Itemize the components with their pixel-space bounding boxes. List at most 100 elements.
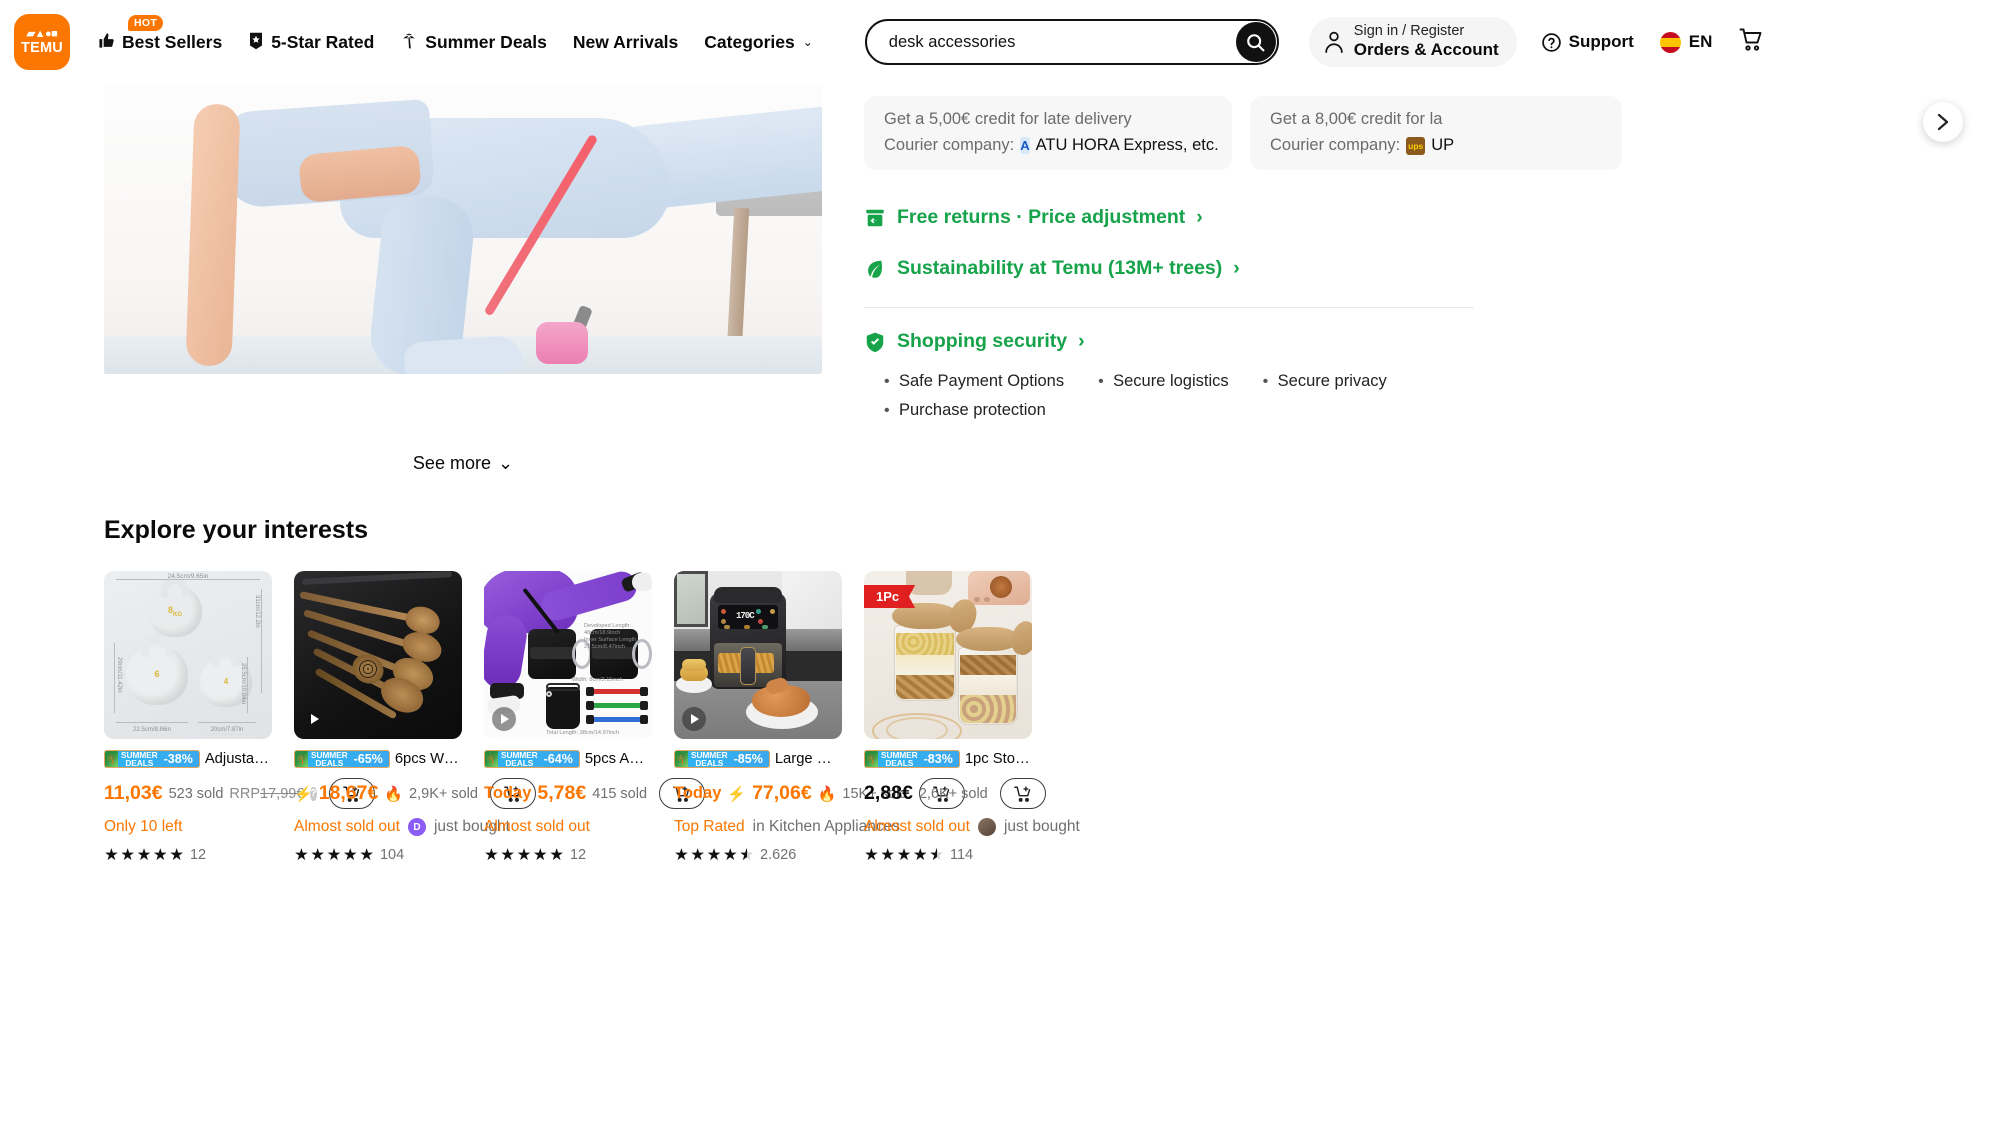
today-label: Today [484, 784, 532, 802]
star-icon: ★ [516, 846, 532, 864]
star-rating: ★ ★ ★ ★ ★ [104, 847, 184, 864]
chevron-right-icon: › [1078, 330, 1085, 352]
review-count: 104 [379, 847, 405, 864]
summer-deals-label: SUMMER DEALS [311, 750, 348, 768]
product-card[interactable]: 170C 🌴 SUMMERDEALS -85% Large Capacity A… [674, 571, 966, 864]
nav-item-best-sellers[interactable]: HOT Best Sellers [98, 14, 223, 53]
delivery-credit-carousel: Get a 5,00€ credit for late delivery Cou… [864, 96, 1999, 170]
product-title: 6pcs Wooden Kitch... [394, 751, 462, 767]
discount-percent: -65% [353, 752, 383, 766]
units-sold: 523 sold [168, 785, 224, 802]
chevron-right-icon: › [1233, 257, 1240, 279]
summer-deals-label: SUMMER DEALS [691, 750, 728, 768]
product-title: 5pcs Ankle Resistan... [584, 751, 652, 767]
security-bullet: Secure privacy [1263, 367, 1387, 396]
product-card[interactable]: 8KG 6 4 24.5cm/9.65in 29cm/11.42in 31cm/… [104, 571, 375, 864]
product-price: 5,78€ [537, 782, 587, 804]
carousel-next-button[interactable] [1923, 102, 1963, 142]
palm-tree-icon: 🌴 [865, 751, 878, 767]
star-icon: ★ [152, 846, 168, 864]
product-hero-image[interactable] [104, 84, 822, 374]
product-rating-row: ★ ★ ★ ★ ★ ★ 114 [864, 847, 1032, 864]
star-icon: ★ [912, 846, 928, 864]
flame-icon: 🔥 [817, 785, 837, 803]
shopping-security-link[interactable]: Shopping security › [864, 330, 1999, 353]
add-to-cart-button[interactable] [999, 778, 1046, 809]
product-rating-row: ★ ★ ★ ★ ★ 104 [294, 847, 462, 864]
courier-name: ATU HORA Express, etc. [1035, 136, 1219, 154]
product-title: 1pc Storage Contain... [964, 751, 1032, 767]
product-card[interactable]: Developed Length: 48cm/18.9inch Inner Sur… [484, 571, 706, 864]
star-icon: ★ [896, 846, 912, 864]
nav-item-new-arrivals[interactable]: New Arrivals [573, 32, 678, 53]
star-icon: ★ [722, 846, 738, 864]
half-star-icon: ★ ★ [739, 846, 754, 864]
account-menu[interactable]: Sign in / Register Orders & Account [1308, 16, 1517, 68]
search-input[interactable] [888, 32, 1189, 52]
product-image[interactable]: 170C [674, 571, 842, 739]
account-signin-label: Sign in / Register [1353, 22, 1465, 39]
nav-label-categories: Categories [704, 31, 795, 52]
language-selector[interactable]: EN [1659, 31, 1712, 53]
play-video-button[interactable] [302, 707, 326, 731]
section-divider [864, 307, 1474, 308]
see-more-button[interactable]: See more ⌄ [104, 453, 822, 474]
support-link[interactable]: Support [1541, 32, 1634, 53]
star-rating: ★ ★ ★ ★ ★ [484, 847, 564, 864]
star-icon: ★ [674, 846, 689, 864]
lightning-icon: ⚡ [727, 785, 747, 803]
product-card[interactable]: 🌴 SUMMERDEALS -65% 6pcs Wooden Kitch... … [294, 571, 536, 864]
product-title: Adjustable Weight K... [204, 751, 272, 767]
nav-label-5-star-rated: 5-Star Rated [271, 31, 375, 52]
temu-logo[interactable]: ▰▲●■ TEMU [14, 14, 70, 70]
chevron-right-icon [1937, 113, 1949, 131]
nav-item-categories[interactable]: Categories ⌄ [704, 32, 813, 53]
delivery-credit-card[interactable]: Get a 8,00€ credit for la Courier compan… [1250, 96, 1622, 170]
product-status-row: Almost sold out just bought [864, 818, 1080, 836]
play-video-button[interactable] [682, 707, 706, 731]
star-icon: ★ [359, 846, 374, 864]
product-image[interactable]: 8KG 6 4 24.5cm/9.65in 29cm/11.42in 31cm/… [104, 571, 272, 739]
search-box[interactable] [864, 19, 1279, 65]
shield-check-icon [864, 331, 886, 353]
nav-item-summer-deals[interactable]: Summer Deals [400, 31, 547, 53]
summer-deals-badge: 🌴 SUMMER DEALS -85% [674, 750, 770, 768]
cart-icon [1739, 28, 1762, 51]
hot-badge: HOT [128, 14, 164, 31]
chevron-down-icon: ⌄ [497, 453, 514, 473]
star-icon: ★ [120, 846, 136, 864]
nav-item-5-star-rated[interactable]: 5-Star Rated [248, 32, 374, 53]
star-icon: ★ [484, 846, 499, 864]
sustainability-link[interactable]: Sustainability at Temu (13M+ trees) › [864, 257, 1999, 280]
question-mark-icon [1541, 32, 1561, 52]
review-count: 12 [189, 847, 207, 864]
courier-line: Courier company: A ATU HORA Express, etc… [884, 136, 1219, 155]
search-button[interactable] [1235, 22, 1276, 62]
product-image[interactable]: 1Pc [864, 571, 1032, 739]
summer-deals-badge: 🌴 SUMMER DEALS -38% [104, 750, 200, 768]
star-rating: ★ ★ ★ ★ ★ [294, 847, 374, 864]
product-price-row: ⚡ 18,67€ 🔥 2,9K+ sold [294, 778, 536, 809]
play-video-button[interactable] [492, 707, 516, 731]
summer-deals-badge: 🌴 SUMMER DEALS -65% [294, 750, 390, 768]
nav-label-best-sellers: Best Sellers [122, 31, 223, 52]
star-icon: ★ [864, 846, 879, 864]
product-image[interactable] [294, 571, 462, 739]
chevron-right-icon: › [1196, 206, 1203, 228]
star-rating: ★ ★ ★ ★ ★ ★ [864, 847, 944, 864]
palm-tree-icon: 🌴 [105, 751, 118, 767]
product-image[interactable]: Developed Length: 48cm/18.9inch Inner Sur… [484, 571, 652, 739]
security-bullet: Purchase protection [884, 396, 1424, 425]
summer-deals-badge: 🌴 SUMMER DEALS -64% [484, 750, 580, 768]
summer-deals-label: SUMMER DEALS [881, 750, 918, 768]
product-status: Top Rated [674, 818, 745, 835]
cart-button[interactable] [1738, 27, 1764, 58]
star-icon: ★ [706, 846, 722, 864]
delivery-credit-card[interactable]: Get a 5,00€ credit for late delivery Cou… [864, 96, 1232, 170]
product-price-row: Today 5,78€ 415 sold [484, 778, 706, 809]
free-returns-link[interactable]: Free returns · Price adjustment › [864, 206, 1999, 229]
palm-tree-icon: 🌴 [485, 751, 498, 767]
product-card[interactable]: 1Pc 🌴 SUMMERDEALS -83% 1pc Storage Conta… [864, 571, 1080, 864]
buyer-avatar [977, 818, 996, 836]
return-box-icon [864, 207, 886, 229]
